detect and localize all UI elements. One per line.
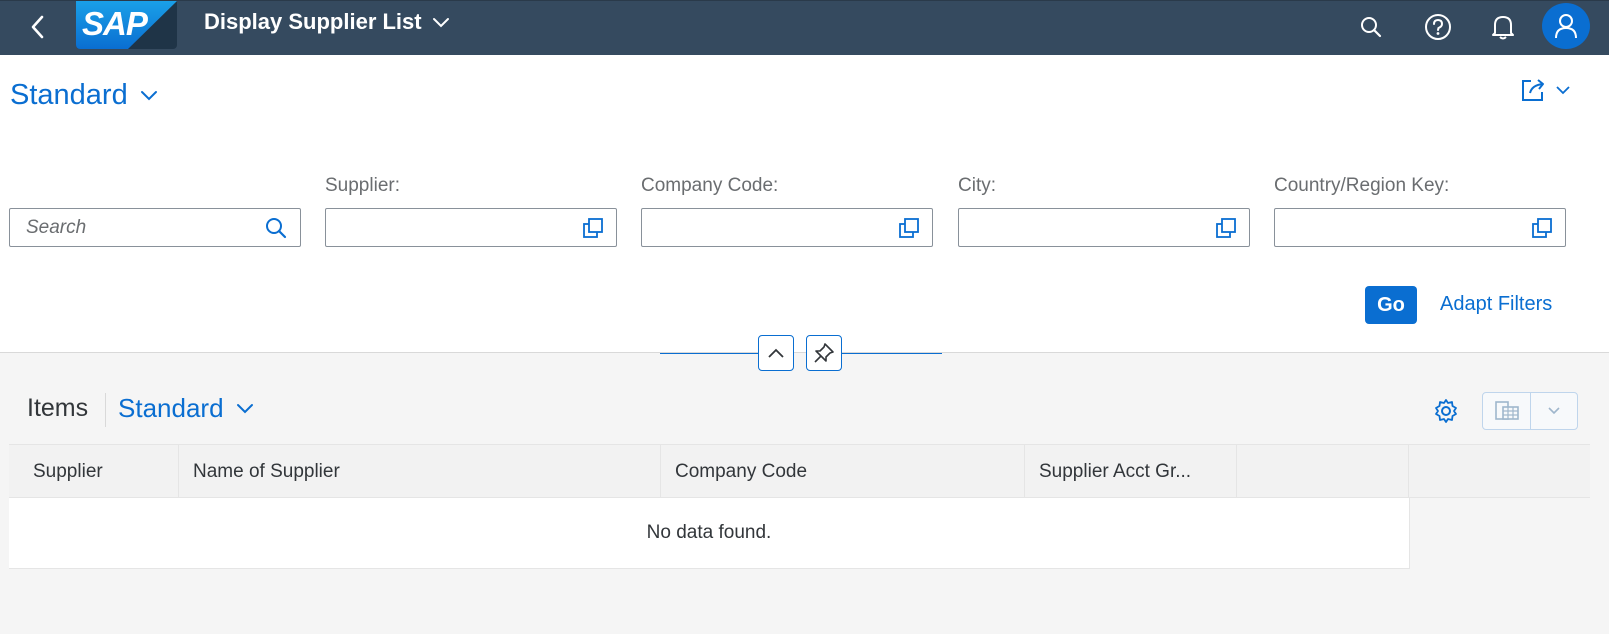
collapse-header-button[interactable] <box>758 335 794 371</box>
city-field[interactable] <box>958 208 1250 247</box>
value-help-icon[interactable] <box>1531 217 1553 239</box>
table-variant-selector[interactable]: Standard <box>118 393 254 424</box>
filter-label-company-code: Company Code: <box>641 175 779 196</box>
back-button[interactable] <box>26 11 48 43</box>
go-button[interactable]: Go <box>1365 286 1417 324</box>
table-variant-label: Standard <box>118 393 224 423</box>
value-help-icon[interactable] <box>898 217 920 239</box>
filter-label-city: City: <box>958 175 996 196</box>
sap-logo[interactable]: SAP <box>76 1 177 49</box>
search-button[interactable] <box>1354 10 1388 44</box>
table-body-divider <box>1409 498 1410 569</box>
filter-header: Standard Supplier: Company Code: City: C… <box>0 55 1609 353</box>
chevron-down-icon <box>140 90 157 100</box>
column-header-filler <box>1237 445 1409 498</box>
bell-icon <box>1492 16 1514 40</box>
pin-icon <box>814 343 834 363</box>
variant-selector[interactable]: Standard <box>10 79 158 112</box>
help-button[interactable] <box>1421 10 1455 44</box>
user-icon <box>1555 14 1577 39</box>
notifications-button[interactable] <box>1486 10 1520 44</box>
chevron-down-icon <box>432 18 449 28</box>
chevron-down-icon <box>1556 86 1570 95</box>
adapt-filters-button[interactable]: Adapt Filters <box>1440 293 1552 316</box>
app-title-menu[interactable]: Display Supplier List <box>204 9 450 35</box>
spreadsheet-icon <box>1494 401 1519 420</box>
chevron-up-icon <box>768 348 784 358</box>
share-button[interactable] <box>1520 77 1570 103</box>
no-data-row: No data found. <box>9 498 1409 569</box>
toolbar-separator <box>105 393 106 427</box>
company-code-field[interactable] <box>641 208 933 247</box>
share-icon <box>1522 79 1544 101</box>
column-header-company-code[interactable]: Company Code <box>661 445 1025 498</box>
app-title: Display Supplier List <box>204 9 422 34</box>
user-avatar[interactable] <box>1542 3 1590 49</box>
value-help-icon[interactable] <box>582 217 604 239</box>
chevron-down-icon <box>236 403 253 413</box>
gear-icon <box>1435 399 1457 423</box>
header-divider-left <box>660 353 760 354</box>
shell-bar: SAP Display Supplier List <box>0 0 1609 55</box>
table-title: Items <box>27 394 89 422</box>
column-header-supplier-acct-group[interactable]: Supplier Acct Gr... <box>1025 445 1237 498</box>
column-header-supplier[interactable]: Supplier <box>9 445 179 498</box>
search-icon <box>1361 17 1382 38</box>
filter-label-supplier: Supplier: <box>325 175 400 196</box>
export-options-button[interactable] <box>1531 393 1577 429</box>
search-field[interactable] <box>9 208 301 247</box>
table-settings-button[interactable] <box>1431 396 1461 426</box>
column-header-name-of-supplier[interactable]: Name of Supplier <box>179 445 661 498</box>
filter-label-country-region: Country/Region Key: <box>1274 175 1450 196</box>
country-region-field[interactable] <box>1274 208 1566 247</box>
export-button[interactable] <box>1483 393 1531 429</box>
logo-text: SAP <box>82 5 148 42</box>
no-data-text: No data found. <box>646 522 772 543</box>
chevron-down-icon <box>1548 407 1560 415</box>
search-input[interactable] <box>26 217 246 239</box>
pin-header-button[interactable] <box>806 335 842 371</box>
export-menu-button <box>1482 392 1578 430</box>
search-icon[interactable] <box>264 216 288 240</box>
table-header: Supplier Name of Supplier Company Code S… <box>9 444 1590 498</box>
header-divider-right <box>842 353 942 354</box>
value-help-icon[interactable] <box>1215 217 1237 239</box>
help-icon <box>1425 14 1451 40</box>
supplier-field[interactable] <box>325 208 617 247</box>
supplier-table: Supplier Name of Supplier Company Code S… <box>9 444 1590 570</box>
chevron-left-icon <box>31 15 44 39</box>
variant-label: Standard <box>10 79 128 111</box>
